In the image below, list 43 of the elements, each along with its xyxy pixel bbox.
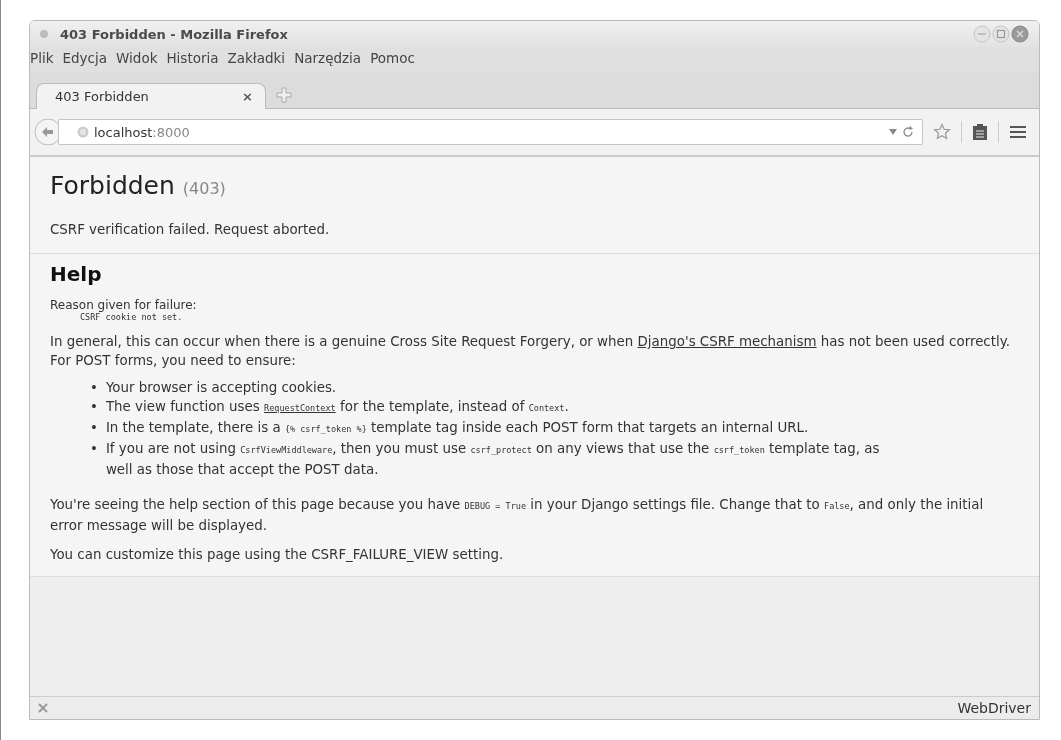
menu-item[interactable]: Zakładki <box>227 50 286 66</box>
dropdown-icon[interactable] <box>889 129 897 135</box>
star-icon[interactable] <box>933 123 951 141</box>
requirement-item: Your browser is accepting cookies. <box>105 379 337 397</box>
new-tab-icon[interactable] <box>276 87 292 103</box>
maximize-icon[interactable] <box>992 25 1010 43</box>
reason-text: CSRF cookie not set. <box>80 312 184 322</box>
menu-item[interactable]: Plik <box>30 50 54 66</box>
requirement-item: In the template, there is a {% csrf_token %} template tag inside each POST form that targets an internal URL. <box>105 419 809 437</box>
reason-label: Reason given for failure: <box>50 298 198 312</box>
bullet-marker: • <box>90 440 98 458</box>
menu-icon[interactable] <box>1009 125 1027 139</box>
tab-close-button[interactable]: × <box>242 89 253 104</box>
clipboard-icon[interactable] <box>972 123 988 141</box>
close-icon[interactable] <box>1011 25 1029 43</box>
window-icon <box>40 30 48 38</box>
status-code: (403) <box>182 179 226 198</box>
minimize-icon[interactable] <box>973 25 991 43</box>
debug-paragraph: You're seeing the help section of this page because you have DEBUG = True in your Django settings file. Change that to False, and only the initial error message will be displayed. <box>50 496 985 535</box>
menu-item[interactable]: Historia <box>166 50 219 66</box>
globe-icon <box>77 126 89 138</box>
request-context-link[interactable]: RequestContext <box>264 399 336 414</box>
reload-icon[interactable] <box>902 126 914 138</box>
bullet-marker: • <box>90 398 98 416</box>
bullet-marker: • <box>90 379 98 397</box>
menu-item[interactable]: Edycja <box>62 50 107 66</box>
page-heading: Forbidden <box>50 171 175 200</box>
error-message: CSRF verification failed. Request aborted. <box>50 222 331 237</box>
requirement-item: If you are not using CsrfViewMiddleware, then you must use csrf_protect on any views that use the csrf_token template tag, as well as those that accept the POST data. <box>105 440 881 479</box>
help-paragraph: In general, this can occur when there is a genuine Cross Site Request Forgery, or when Django's CSRF mechanism has not been used correctly. For POST forms, you need to ensure: <box>50 333 1011 370</box>
window-title: 403 Forbidden - Mozilla Firefox <box>60 26 288 42</box>
browser-tab[interactable]: 403 Forbidden × <box>36 83 266 109</box>
close-icon[interactable] <box>38 703 48 713</box>
menu-item[interactable]: Widok <box>116 50 158 66</box>
status-text: WebDriver <box>957 700 1031 716</box>
django-csrf-link[interactable]: Django's CSRF mechanism <box>637 334 817 349</box>
requirement-item: The view function uses RequestContext for the template, instead of Context. <box>105 398 569 416</box>
help-heading: Help <box>50 262 103 286</box>
menu-item[interactable]: Pomoc <box>370 50 415 66</box>
address-bar[interactable]: localhost:8000 <box>58 119 923 145</box>
menu-item[interactable]: Narzędzia <box>294 50 362 66</box>
customize-paragraph: You can customize this page using the CSRF_FAILURE_VIEW setting. <box>50 546 505 564</box>
bullet-marker: • <box>90 419 98 437</box>
